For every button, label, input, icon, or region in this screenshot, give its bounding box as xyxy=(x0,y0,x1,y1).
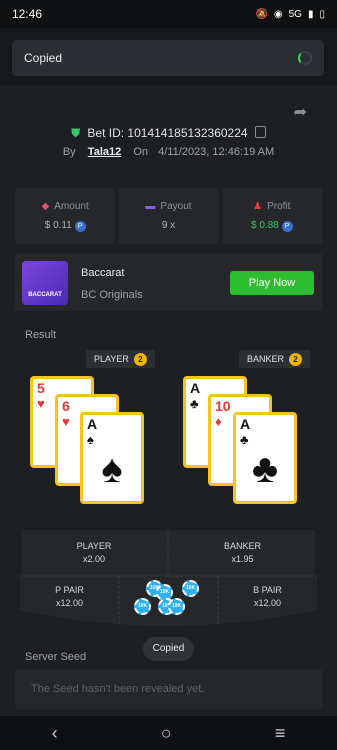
profit-stat: ♟ Profit $ 0.88 P xyxy=(221,188,322,244)
player-tag: PLAYER 2 xyxy=(86,350,155,368)
amount-label: Amount xyxy=(54,200,89,212)
status-icons: 🔕 ◉ 5G ▮ ▯ xyxy=(255,9,325,20)
banker-tag: BANKER 2 xyxy=(239,350,311,368)
copied-toast: Copied xyxy=(12,40,324,76)
payout-label: Payout xyxy=(160,201,192,212)
game-name: Baccarat xyxy=(81,267,125,279)
by-label: By xyxy=(62,146,76,158)
banker-bet-area[interactable]: BANKER x1.95 xyxy=(168,540,317,566)
signal-icon: ▮ xyxy=(307,8,314,20)
status-time: 12:46 xyxy=(12,7,43,21)
banker-card-3: A ♣ ♣ xyxy=(233,412,297,504)
bet-id-row: ⛊ Bet ID: 101414185132360224 xyxy=(0,126,337,141)
bet-detail-modal: ➦ ⛊ Bet ID: 101414185132360224 By Tala12… xyxy=(0,86,337,716)
p-pair-bet-area[interactable]: P PAIR x12.00 xyxy=(20,584,119,610)
server-seed-label: Server Seed xyxy=(25,651,87,663)
copy-icon[interactable] xyxy=(254,126,266,138)
loading-spinner-icon xyxy=(298,51,312,65)
player-bet-area[interactable]: PLAYER x2.00 xyxy=(20,540,168,566)
b-pair-bet-area[interactable]: B PAIR x12.00 xyxy=(218,584,317,610)
network-label: 5G xyxy=(288,8,302,20)
player-tag-label: PLAYER xyxy=(94,354,129,364)
payout-stat: ▬ Payout 9 x xyxy=(118,188,219,244)
baccarat-thumbnail[interactable]: BACCARAT xyxy=(22,261,68,305)
game-card: BACCARAT Baccarat BC Originals Play Now xyxy=(15,253,322,311)
bet-datetime: 4/11/2023, 12:46:19 AM xyxy=(158,146,275,158)
share-icon[interactable]: ➦ xyxy=(294,102,307,122)
status-bar: 12:46 🔕 ◉ 5G ▮ ▯ xyxy=(0,0,337,28)
profit-icon: ♟ xyxy=(253,200,263,212)
play-now-button[interactable]: Play Now xyxy=(230,271,314,295)
amount-stat: ◆ Amount $ 0.11 P xyxy=(15,188,116,244)
payout-value: 9 x xyxy=(161,220,176,231)
player-card-3: A ♠ ♠ xyxy=(80,412,144,504)
profit-label: Profit xyxy=(267,200,291,212)
home-icon[interactable]: ○ xyxy=(161,723,172,744)
coin-icon: P xyxy=(281,220,293,232)
banker-count-badge: 2 xyxy=(289,352,303,366)
shield-icon: ⛊ xyxy=(71,126,81,140)
profit-value: $ 0.88 xyxy=(251,219,279,231)
server-seed-field: The Seed hasn't been revealed yet. xyxy=(15,669,322,709)
banker-tag-label: BANKER xyxy=(247,354,285,364)
amount-icon: ◆ xyxy=(41,200,50,212)
player-count-badge: 2 xyxy=(133,352,147,366)
stats-row: ◆ Amount $ 0.11 P ▬ Payout 9 x ♟ Profit … xyxy=(15,188,322,244)
back-icon[interactable]: ‹ xyxy=(52,723,58,744)
game-provider: BC Originals xyxy=(81,289,143,301)
battery-icon: ▯ xyxy=(319,8,325,20)
android-nav-bar: ‹ ○ ≡ xyxy=(0,716,337,750)
bet-id-text: Bet ID: 101414185132360224 xyxy=(87,126,248,140)
wifi-icon: ◉ xyxy=(273,8,283,20)
amount-value: $ 0.11 xyxy=(44,219,72,231)
byline: By Tala12 On 4/11/2023, 12:46:19 AM xyxy=(0,146,337,158)
mute-icon: 🔕 xyxy=(255,8,268,20)
chip: 10K xyxy=(182,580,199,597)
on-label: On xyxy=(133,146,149,158)
chip: 10K xyxy=(168,598,185,615)
recents-icon[interactable]: ≡ xyxy=(275,723,286,744)
result-label: Result xyxy=(25,329,57,341)
copied-tooltip: Copied xyxy=(143,637,194,661)
toast-text: Copied xyxy=(24,51,63,65)
user-link[interactable]: Tala12 xyxy=(88,146,121,158)
coin-icon: P xyxy=(74,220,86,232)
chip: 10K xyxy=(134,598,151,615)
payout-icon: ▬ xyxy=(145,201,156,212)
thumbnail-text: BACCARAT xyxy=(28,292,62,298)
